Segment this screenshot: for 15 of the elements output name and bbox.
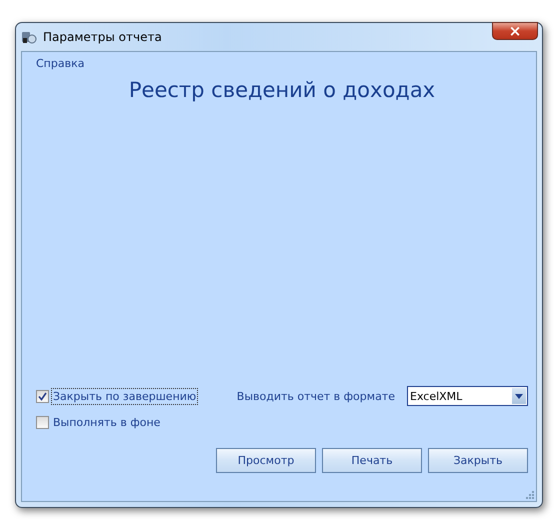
window-title: Параметры отчета bbox=[43, 30, 162, 44]
dialog-button[interactable]: Закрыть bbox=[428, 448, 528, 473]
help-link[interactable]: Справка bbox=[36, 57, 84, 70]
checkbox-label[interactable]: Закрыть по завершению bbox=[51, 388, 198, 404]
resize-grip-icon[interactable] bbox=[525, 490, 534, 499]
format-dropdown[interactable]: ExcelXML bbox=[407, 386, 528, 406]
report-heading: Реестр сведений о доходах bbox=[128, 78, 436, 102]
app-icon bbox=[21, 29, 37, 45]
checkbox[interactable] bbox=[36, 390, 49, 402]
checkbox-label[interactable]: Выполнять в фоне bbox=[51, 414, 162, 431]
dialog-button[interactable]: Печать bbox=[322, 448, 422, 473]
dialog-button[interactable]: Просмотр bbox=[216, 448, 316, 473]
format-label: Выводить отчет в формате bbox=[236, 390, 395, 402]
checkbox[interactable] bbox=[36, 416, 49, 429]
close-button[interactable]: × bbox=[492, 22, 538, 40]
